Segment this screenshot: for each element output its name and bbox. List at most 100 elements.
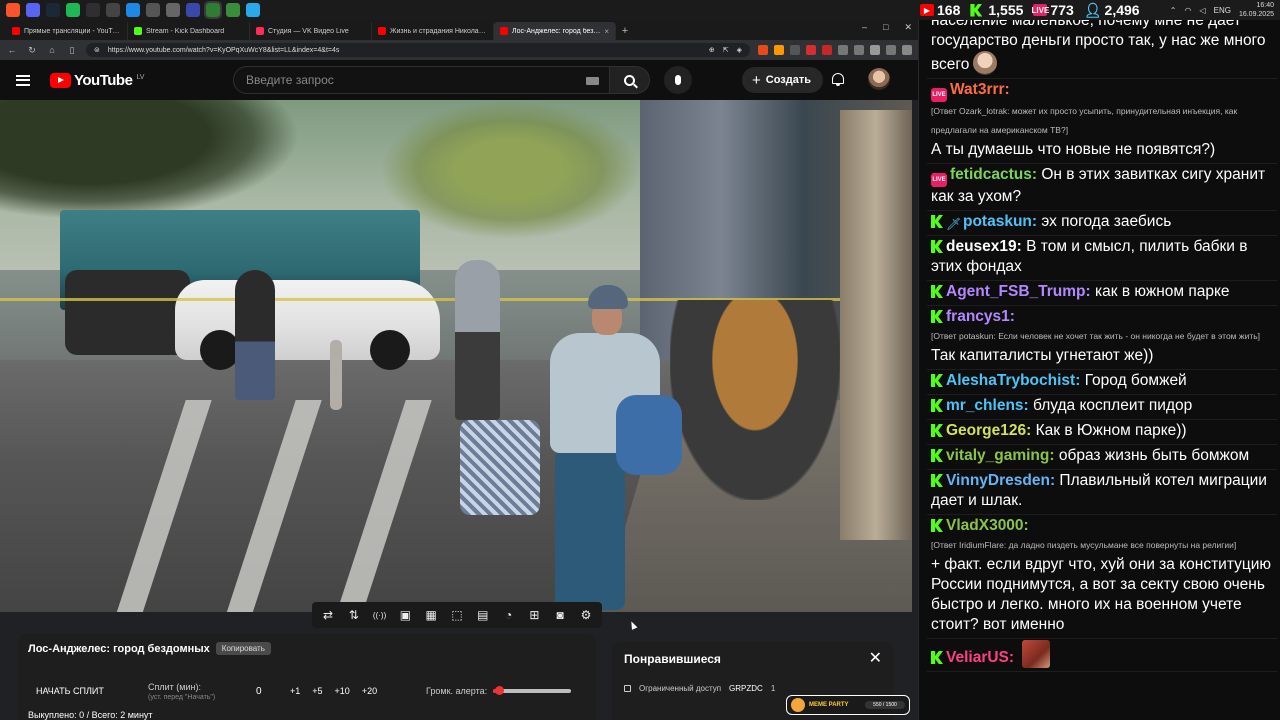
taskbar-apps bbox=[0, 1, 260, 19]
menu-icon[interactable] bbox=[902, 45, 912, 55]
browser-tab[interactable]: Студия — VK Видео Live bbox=[250, 22, 372, 40]
extension-icon[interactable] bbox=[822, 45, 832, 55]
volume-icon[interactable]: ◁ bbox=[1199, 6, 1205, 15]
increment-button[interactable]: +5 bbox=[312, 686, 322, 696]
extension-icon[interactable] bbox=[886, 45, 896, 55]
total-viewers: 👤︎ 2,496 bbox=[1084, 2, 1140, 19]
notifications-bell-icon[interactable] bbox=[831, 72, 845, 87]
playlist-title[interactable]: Понравившиеся bbox=[624, 652, 882, 666]
app-play-icon[interactable] bbox=[186, 3, 200, 17]
search-button[interactable] bbox=[610, 66, 650, 94]
bookmark-icon[interactable]: ▯ bbox=[66, 45, 78, 56]
gear-icon[interactable]: ⚙ bbox=[578, 608, 594, 622]
chat-username[interactable]: francys1: bbox=[946, 308, 1015, 325]
search-input[interactable] bbox=[246, 73, 576, 87]
speed-icon[interactable]: ◔ bbox=[501, 608, 517, 622]
playlist-owner[interactable]: GRPZDC bbox=[729, 684, 763, 693]
tab-close-icon[interactable]: × bbox=[604, 27, 609, 36]
voice-search-button[interactable] bbox=[664, 66, 692, 94]
chat-username[interactable]: vitaly_gaming: bbox=[946, 447, 1055, 464]
chat-username[interactable]: AleshaTrybochist: bbox=[946, 372, 1080, 389]
add-box-icon[interactable]: ⊞ bbox=[526, 608, 542, 622]
discord-icon[interactable] bbox=[26, 3, 40, 17]
app-blue-icon[interactable] bbox=[126, 3, 140, 17]
steam-icon[interactable] bbox=[46, 3, 60, 17]
kick-icon[interactable] bbox=[204, 1, 222, 19]
app-checkmark-icon[interactable] bbox=[146, 3, 160, 17]
chat-username[interactable]: George126: bbox=[946, 422, 1031, 439]
extension-icon[interactable] bbox=[790, 45, 800, 55]
keyboard-language[interactable]: ENG bbox=[1214, 6, 1231, 15]
extension-icon[interactable] bbox=[758, 45, 768, 55]
loop-icon[interactable]: ⇄ bbox=[320, 608, 336, 622]
youtube-logo[interactable]: YouTube LV bbox=[50, 72, 144, 89]
browser-tab[interactable]: Прямые трансляции - YouTube Studio bbox=[6, 22, 128, 40]
url-bar[interactable]: ⊜ https://www.youtube.com/watch?v=KyOPqX… bbox=[86, 43, 750, 57]
mail-icon[interactable] bbox=[166, 3, 180, 17]
extension-icon[interactable] bbox=[870, 45, 880, 55]
clock[interactable]: 16:40 16.09.2025 bbox=[1239, 1, 1274, 19]
start-split-button[interactable]: НАЧАТЬ СПЛИТ bbox=[36, 686, 104, 696]
close-window-button[interactable]: ✕ bbox=[904, 22, 912, 33]
home-icon[interactable]: ⌂ bbox=[46, 45, 58, 55]
copy-button[interactable]: Копировать bbox=[215, 642, 271, 655]
kick-alt-icon[interactable] bbox=[226, 3, 240, 17]
calendar-icon[interactable]: ▦ bbox=[423, 608, 439, 622]
menu-icon[interactable] bbox=[16, 74, 30, 86]
obs-icon[interactable] bbox=[86, 3, 100, 17]
site-info-icon[interactable]: ⊜ bbox=[94, 46, 100, 54]
settings-video-icon[interactable]: ▣ bbox=[397, 608, 413, 622]
shields-icon[interactable]: ◈ bbox=[737, 46, 742, 54]
reload-icon[interactable]: ↻ bbox=[26, 45, 38, 56]
video-frame-tree-trunk bbox=[840, 110, 912, 540]
keyboard-icon[interactable] bbox=[586, 77, 599, 85]
chat-username[interactable]: Wat3rrr: bbox=[950, 81, 1010, 98]
sort-icon[interactable]: ⇅ bbox=[346, 608, 362, 622]
screenshot-icon[interactable]: ◙ bbox=[552, 608, 568, 622]
browser-tab[interactable]: Лос-Анджелес: город бездом... × bbox=[494, 22, 616, 40]
chat-username[interactable]: fetidcactus: bbox=[950, 166, 1037, 183]
increment-button[interactable]: +20 bbox=[362, 686, 377, 696]
alert-volume-knob[interactable] bbox=[495, 686, 505, 695]
share-icon[interactable]: ⇱ bbox=[723, 46, 729, 54]
new-tab-button[interactable]: + bbox=[616, 22, 634, 40]
increment-button[interactable]: +1 bbox=[290, 686, 300, 696]
increment-button[interactable]: +10 bbox=[335, 686, 350, 696]
chevron-up-icon[interactable]: ⌃ bbox=[1170, 6, 1177, 15]
avatar[interactable] bbox=[868, 68, 890, 90]
chat-username[interactable]: potaskun: bbox=[963, 213, 1037, 230]
browser-tab[interactable]: Жизнь и страдания Николая Россов... bbox=[372, 22, 494, 40]
chat-username[interactable]: VladX3000: bbox=[946, 517, 1029, 534]
extension-icon[interactable] bbox=[806, 45, 816, 55]
split-minutes-value[interactable]: 0 bbox=[256, 686, 262, 697]
back-icon[interactable]: ← bbox=[6, 45, 18, 55]
vk-live-icon: LIVE bbox=[931, 173, 947, 187]
chat-username[interactable]: Agent_FSB_Trump: bbox=[946, 283, 1091, 300]
wifi-icon[interactable]: ◠ bbox=[1184, 6, 1191, 15]
brave-icon[interactable] bbox=[6, 3, 20, 17]
extension-icon[interactable] bbox=[774, 45, 784, 55]
chat-username[interactable]: VeliarUS: bbox=[946, 649, 1014, 666]
browser-tab[interactable]: Stream - Kick Dashboard bbox=[128, 22, 250, 40]
minimize-button[interactable]: – bbox=[862, 22, 867, 33]
tab-favicon-icon bbox=[500, 27, 508, 35]
broadcast-icon[interactable]: ((·)) bbox=[372, 608, 388, 622]
video-player[interactable] bbox=[0, 100, 912, 612]
chat-username[interactable]: deusex19: bbox=[946, 238, 1022, 255]
create-button[interactable]: + Создать bbox=[742, 67, 824, 93]
alert-volume-slider[interactable] bbox=[493, 686, 572, 695]
telegram-icon[interactable] bbox=[246, 3, 260, 17]
chat-username[interactable]: VinnyDresden: bbox=[946, 472, 1055, 489]
maximize-button[interactable]: □ bbox=[883, 22, 888, 33]
spotify-icon[interactable] bbox=[66, 3, 80, 17]
subtitles-icon[interactable]: ▤ bbox=[475, 608, 491, 622]
chat-scroll[interactable]: население маленькое, почему мне не дает … bbox=[927, 20, 1280, 720]
frame-icon[interactable]: ⬚ bbox=[449, 608, 465, 622]
chat-username[interactable]: mr_chlens: bbox=[946, 397, 1029, 414]
app-x-icon[interactable] bbox=[106, 3, 120, 17]
extension-icon[interactable] bbox=[838, 45, 848, 55]
extension-icon[interactable] bbox=[854, 45, 864, 55]
chat-message: население маленькое, почему мне не дает … bbox=[927, 20, 1277, 79]
close-icon[interactable]: ✕ bbox=[869, 648, 882, 668]
zoom-icon[interactable]: ⊕ bbox=[709, 46, 715, 54]
